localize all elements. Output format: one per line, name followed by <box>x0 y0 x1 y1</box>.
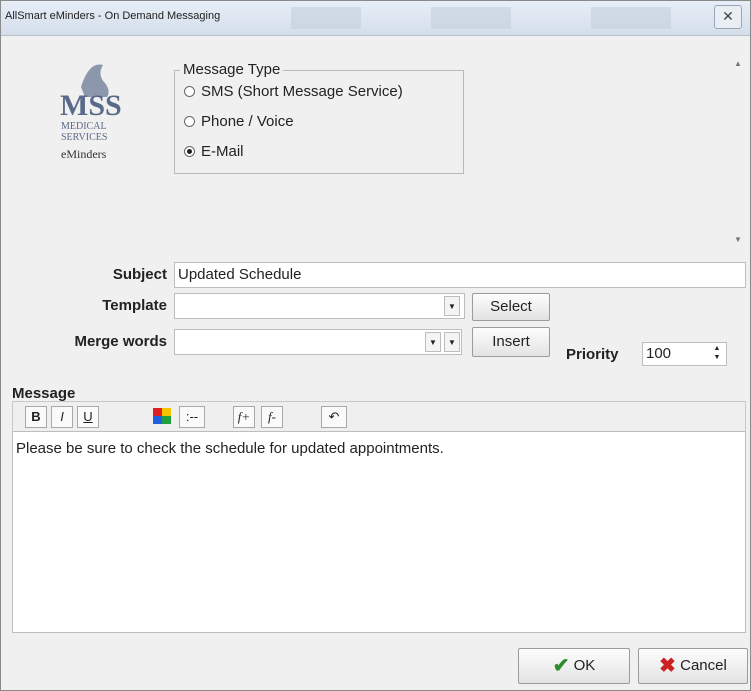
chevron-down-icon[interactable]: ▼ <box>444 332 460 352</box>
cancel-button[interactable]: ✖ Cancel <box>638 648 748 684</box>
underline-button[interactable]: U <box>77 406 99 428</box>
undo-button[interactable]: ↶ <box>321 406 347 428</box>
color-palette-icon <box>153 408 171 424</box>
cancel-label: Cancel <box>680 657 727 675</box>
radio-sms[interactable]: SMS (Short Message Service) <box>184 83 403 100</box>
subject-field[interactable]: Updated Schedule <box>174 262 746 288</box>
scroll-down-icon[interactable]: ▼ <box>734 235 742 244</box>
chevron-down-icon[interactable]: ▼ <box>425 332 441 352</box>
select-button[interactable]: Select <box>472 293 550 321</box>
upper-scrollbar[interactable]: ▲ ▼ <box>730 45 746 255</box>
subject-label: Subject <box>112 266 167 283</box>
radio-icon[interactable] <box>184 116 195 127</box>
checkmark-icon: ✔ <box>552 655 570 678</box>
scroll-up-icon[interactable]: ▲ <box>734 59 742 68</box>
merge-words-label: Merge words <box>74 333 167 350</box>
radio-label: Phone / Voice <box>201 113 294 130</box>
ok-button[interactable]: ✔ OK <box>518 648 630 684</box>
ok-label: OK <box>573 657 596 675</box>
spinner-arrows-icon[interactable]: ▲ ▼ <box>710 344 724 364</box>
close-button[interactable]: ✕ <box>714 5 742 29</box>
message-editor[interactable]: Please be sure to check the schedule for… <box>12 431 746 633</box>
bullet-list-button[interactable]: :-- <box>179 406 205 428</box>
italic-button[interactable]: I <box>51 406 73 428</box>
color-palette-button[interactable] <box>151 406 173 428</box>
radio-email[interactable]: E-Mail <box>184 143 244 160</box>
logo-line-2: SERVICES <box>61 132 107 143</box>
template-dropdown[interactable] <box>174 293 465 319</box>
message-type-group: Message Type SMS (Short Message Service)… <box>174 61 464 174</box>
message-body[interactable]: Please be sure to check the schedule for… <box>16 440 444 457</box>
radio-icon[interactable] <box>184 86 195 97</box>
radio-label: E-Mail <box>201 143 244 160</box>
logo-mark: MSS <box>60 89 122 122</box>
message-type-legend: Message Type <box>180 61 284 78</box>
radio-icon-selected[interactable] <box>184 146 195 157</box>
message-label: Message <box>12 385 76 402</box>
title-bar: AllSmart eMinders - On Demand Messaging … <box>1 1 750 36</box>
merge-words-dropdown[interactable] <box>174 329 462 355</box>
close-icon: ✕ <box>722 8 734 24</box>
undo-icon: ↶ <box>328 409 340 424</box>
background-blur <box>431 7 511 29</box>
logo-caption: eMinders <box>61 147 107 161</box>
bold-button[interactable]: B <box>25 406 47 428</box>
radio-phone[interactable]: Phone / Voice <box>184 113 294 130</box>
mss-logo: MSS MEDICAL SERVICES eMinders <box>51 57 151 167</box>
font-size-down-button[interactable]: f- <box>261 406 283 428</box>
cancel-x-icon: ✖ <box>659 655 676 678</box>
dialog-window: AllSmart eMinders - On Demand Messaging … <box>0 0 751 691</box>
window-title: AllSmart eMinders - On Demand Messaging <box>5 10 221 22</box>
template-label: Template <box>102 297 167 314</box>
priority-label: Priority <box>566 346 619 363</box>
background-blur <box>591 7 671 29</box>
format-toolbar: B I U :-- f+ f- ↶ <box>12 401 746 431</box>
chevron-down-icon[interactable]: ▼ <box>444 296 460 316</box>
radio-label: SMS (Short Message Service) <box>201 83 403 100</box>
insert-button[interactable]: Insert <box>472 327 550 357</box>
logo-graphic: MSS MEDICAL SERVICES eMinders <box>60 64 122 161</box>
logo-line-1: MEDICAL <box>61 121 107 132</box>
font-size-up-button[interactable]: f+ <box>233 406 255 428</box>
background-blur <box>291 7 361 29</box>
